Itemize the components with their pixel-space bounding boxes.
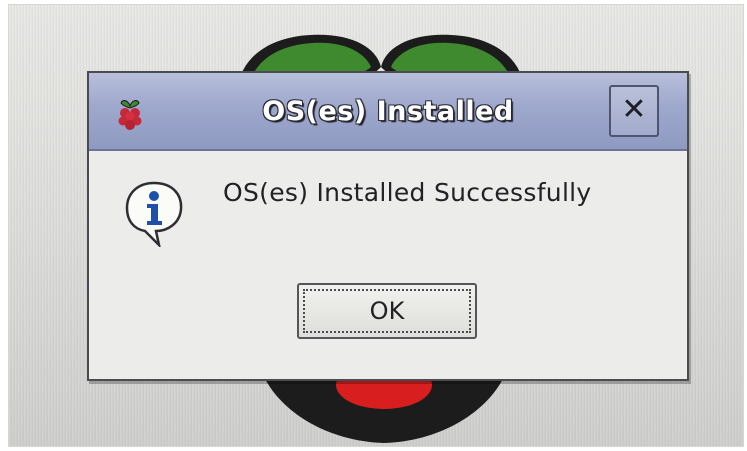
dialog-body: OS(es) Installed Successfully OK [89,151,687,379]
os-installed-dialog: OS(es) Installed ✕ OS(es) Installed Succ… [87,71,689,381]
dialog-message: OS(es) Installed Successfully [223,178,592,207]
dialog-title: OS(es) Installed [262,96,514,127]
ok-button[interactable]: OK [297,283,477,339]
dialog-titlebar[interactable]: OS(es) Installed ✕ [89,73,687,151]
desktop-screen: OS(es) Installed ✕ OS(es) Installed Succ… [8,4,744,447]
info-icon [125,181,183,247]
close-button[interactable]: ✕ [609,85,659,137]
ok-button-label: OK [303,289,471,333]
close-icon: ✕ [621,92,647,127]
